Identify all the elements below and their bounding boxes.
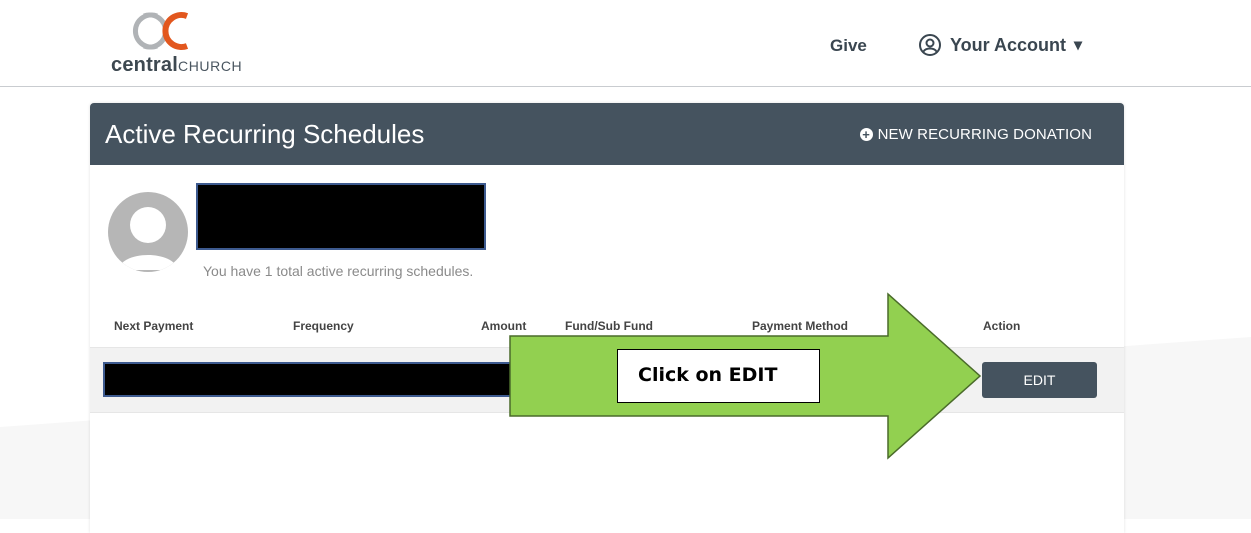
person-silhouette-icon: [118, 207, 178, 270]
user-circle-icon: [919, 34, 941, 56]
logo-wordmark: centralCHURCH: [111, 54, 243, 76]
column-header-frequency: Frequency: [293, 319, 354, 333]
card-title: Active Recurring Schedules: [105, 119, 425, 149]
central-church-logo[interactable]: centralCHURCH: [111, 10, 261, 76]
account-menu[interactable]: Your Account ▾: [918, 33, 1082, 57]
new-recurring-donation-label: NEW RECURRING DONATION: [877, 126, 1092, 143]
avatar: [108, 192, 188, 272]
redacted-row-details: [103, 362, 513, 397]
plus-circle-icon: +: [859, 128, 873, 141]
account-label: Your Account: [950, 34, 1066, 55]
column-header-next-payment: Next Payment: [114, 319, 194, 333]
edit-button[interactable]: EDIT: [982, 362, 1097, 398]
click-edit-callout: Click on EDIT: [617, 349, 820, 403]
top-navigation-bar: centralCHURCH Give Your Account ▾: [0, 0, 1251, 87]
redacted-name: [196, 183, 486, 250]
new-recurring-donation-button[interactable]: + NEW RECURRING DONATION: [859, 126, 1092, 143]
schedule-summary: You have 1 total active recurring schedu…: [203, 263, 474, 279]
chevron-down-icon: ▾: [1074, 37, 1083, 54]
give-link[interactable]: Give: [830, 36, 867, 56]
column-header-action: Action: [983, 319, 1021, 333]
logo-mark-icon: [133, 12, 189, 50]
card-header: Active Recurring Schedules + NEW RECURRI…: [90, 103, 1124, 165]
